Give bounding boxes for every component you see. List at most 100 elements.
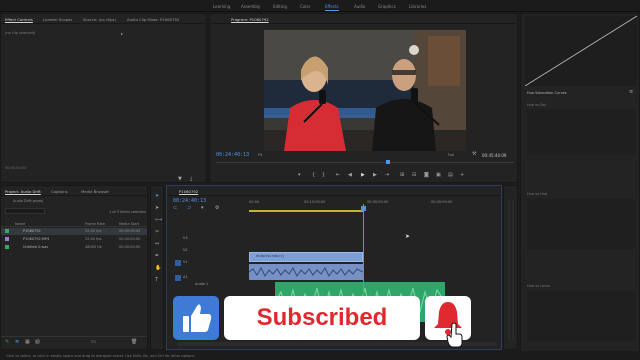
label-color-chip[interactable]: [5, 245, 9, 249]
export-icon[interactable]: ⤓: [190, 177, 192, 182]
extract-icon[interactable]: ⊟: [412, 173, 416, 178]
plus-icon[interactable]: +: [460, 173, 464, 178]
project-search-input[interactable]: [5, 208, 45, 214]
tab-media-browser[interactable]: Media Browser: [81, 189, 109, 194]
slip-tool-icon[interactable]: ↔: [155, 242, 159, 247]
track-v1[interactable]: V1: [183, 260, 188, 264]
selection-tool-icon[interactable]: ➤: [155, 194, 159, 199]
comparison-view-icon[interactable]: ▣: [436, 173, 441, 178]
source-patch-a1[interactable]: [175, 275, 181, 281]
track-select-icon[interactable]: ➤: [155, 206, 159, 211]
track-v2[interactable]: V2: [183, 248, 188, 252]
razor-icon[interactable]: ✂: [155, 230, 159, 235]
subscribed-button[interactable]: Subscribed: [224, 296, 420, 340]
row-name: P1060792.MP4: [23, 237, 50, 241]
workspace-editing[interactable]: Editing: [273, 4, 287, 9]
ruler-label-0: 00:00: [249, 200, 260, 204]
timeline-settings-icon[interactable]: ⚙: [215, 206, 219, 211]
project-row[interactable]: Untitled 2.wav 48000 Hz 00:00:00:00: [1, 244, 147, 251]
time-ruler[interactable]: 00:00 00:15:00:00 00:30:00:00 00:45:00:0…: [249, 200, 497, 210]
go-to-in-icon[interactable]: ⇤: [336, 173, 340, 178]
curve-graph-3[interactable]: [527, 291, 635, 341]
new-bin-icon[interactable]: ▭: [91, 340, 96, 345]
step-forward-icon[interactable]: ▶: [373, 173, 377, 178]
curve-label-2: Hue vs Hue: [527, 192, 548, 196]
fit-dropdown[interactable]: Fit: [258, 153, 262, 157]
quality-dropdown[interactable]: Full: [448, 153, 454, 157]
tab-program[interactable]: Program: P1060792: [231, 17, 269, 22]
pen-tool-icon[interactable]: ✒: [155, 254, 159, 259]
track-a1[interactable]: A1: [183, 275, 188, 279]
add-marker-icon[interactable]: ▾: [298, 173, 301, 178]
workspace-effects[interactable]: Effects: [325, 4, 339, 11]
curve-graph-2[interactable]: [527, 199, 635, 249]
curve-graph-1[interactable]: [527, 109, 635, 154]
col-media-start[interactable]: Media Start: [119, 222, 139, 226]
workspace-assembly[interactable]: Assembly: [241, 4, 260, 9]
track-v3[interactable]: V3: [183, 236, 188, 240]
project-tabs: Project: Audio Drift Captions Media Brow…: [1, 186, 147, 196]
effect-controls-panel: Effect Controls Lumetri Scopes Source: (…: [0, 13, 207, 183]
mark-in-icon[interactable]: {: [312, 173, 315, 178]
col-frame-rate[interactable]: Frame Rate: [85, 222, 105, 226]
list-view-icon[interactable]: ≣: [15, 340, 19, 345]
col-name[interactable]: Name: [15, 222, 25, 226]
source-timecode: 00:00:00:00: [5, 166, 27, 170]
tab-source[interactable]: Source: (no clips): [83, 17, 116, 22]
program-scrub-bar[interactable]: [216, 160, 514, 163]
tab-effect-controls[interactable]: Effect Controls: [5, 17, 33, 22]
workspace-color[interactable]: Color: [300, 4, 310, 9]
camera-icon[interactable]: ◙: [424, 173, 429, 178]
filter-icon[interactable]: ▼: [178, 177, 182, 182]
panel-menu-icon[interactable]: ≡: [629, 90, 633, 95]
work-area-bar[interactable]: [249, 210, 363, 212]
wrench-icon[interactable]: ⚒: [472, 152, 476, 157]
button-editor-icon[interactable]: ▤: [448, 173, 453, 178]
program-timecode[interactable]: 00:24:40:13: [216, 152, 249, 158]
like-button[interactable]: [173, 296, 219, 340]
project-column-headers: Name Frame Rate Media Start: [1, 220, 147, 227]
mark-out-icon[interactable]: }: [322, 173, 325, 178]
workspace-libraries[interactable]: Libraries: [409, 4, 426, 9]
snap-icon[interactable]: ⊂: [173, 206, 177, 211]
timeline-timecode[interactable]: 00:24:40:13: [173, 198, 206, 204]
hand-tool-icon[interactable]: ✋: [155, 266, 161, 271]
type-tool-icon[interactable]: T: [155, 278, 158, 283]
workspace-audio[interactable]: Audio: [354, 4, 365, 9]
linked-selection-icon[interactable]: ⊃: [187, 206, 191, 211]
playhead-handle[interactable]: [361, 206, 366, 211]
freeform-view-icon[interactable]: ▧: [35, 340, 40, 345]
play-icon[interactable]: ▶: [361, 173, 365, 178]
lift-icon[interactable]: ⊞: [400, 173, 404, 178]
ruler-label-1: 00:15:00:00: [304, 200, 326, 204]
workspace-graphics[interactable]: Graphics: [378, 4, 396, 9]
pencil-icon[interactable]: ✎: [5, 340, 9, 345]
program-duration: 00:45:44:09: [482, 153, 507, 158]
trash-icon[interactable]: 🗑: [131, 340, 137, 345]
ripple-edit-icon[interactable]: ⟷: [155, 218, 162, 223]
go-to-out-icon[interactable]: ⇥: [385, 173, 389, 178]
row-name: Untitled 2.wav: [23, 245, 49, 249]
video-clip[interactable]: P1060792.MP4 [V]: [249, 252, 363, 262]
label-color-chip[interactable]: [5, 229, 9, 233]
tab-lumetri-scopes[interactable]: Lumetri Scopes: [43, 17, 72, 22]
items-selected: 1 of 3 items selected: [109, 210, 146, 214]
project-row[interactable]: P1060792 25.00 fps 00:00:00:00: [1, 228, 147, 235]
workspace-learning[interactable]: Learning: [213, 4, 230, 9]
rgb-curve-graph[interactable]: [525, 16, 637, 86]
tab-project[interactable]: Project: Audio Drift: [5, 189, 41, 194]
icon-view-icon[interactable]: ▦: [25, 340, 30, 345]
timeline-marker-icon[interactable]: ▾: [201, 206, 204, 211]
label-color-chip[interactable]: [5, 237, 9, 241]
source-patch-v1[interactable]: [175, 260, 181, 266]
tab-sequence[interactable]: P1060792: [179, 189, 198, 194]
step-back-icon[interactable]: ◀: [348, 173, 352, 178]
status-bar: Click to select, or click in empty space…: [0, 351, 640, 360]
audio-clip-a1[interactable]: [249, 264, 363, 280]
program-playhead[interactable]: [386, 160, 390, 164]
tab-captions[interactable]: Captions: [51, 189, 68, 194]
panel-arrow-icon[interactable]: ▸: [121, 32, 123, 36]
row-rate: 48000 Hz: [85, 245, 102, 249]
tab-audio-clip-mixer[interactable]: Audio Clip Mixer: P1060792: [127, 17, 179, 22]
project-row[interactable]: P1060792.MP4 25.00 fps 00:00:00:00: [1, 236, 147, 243]
